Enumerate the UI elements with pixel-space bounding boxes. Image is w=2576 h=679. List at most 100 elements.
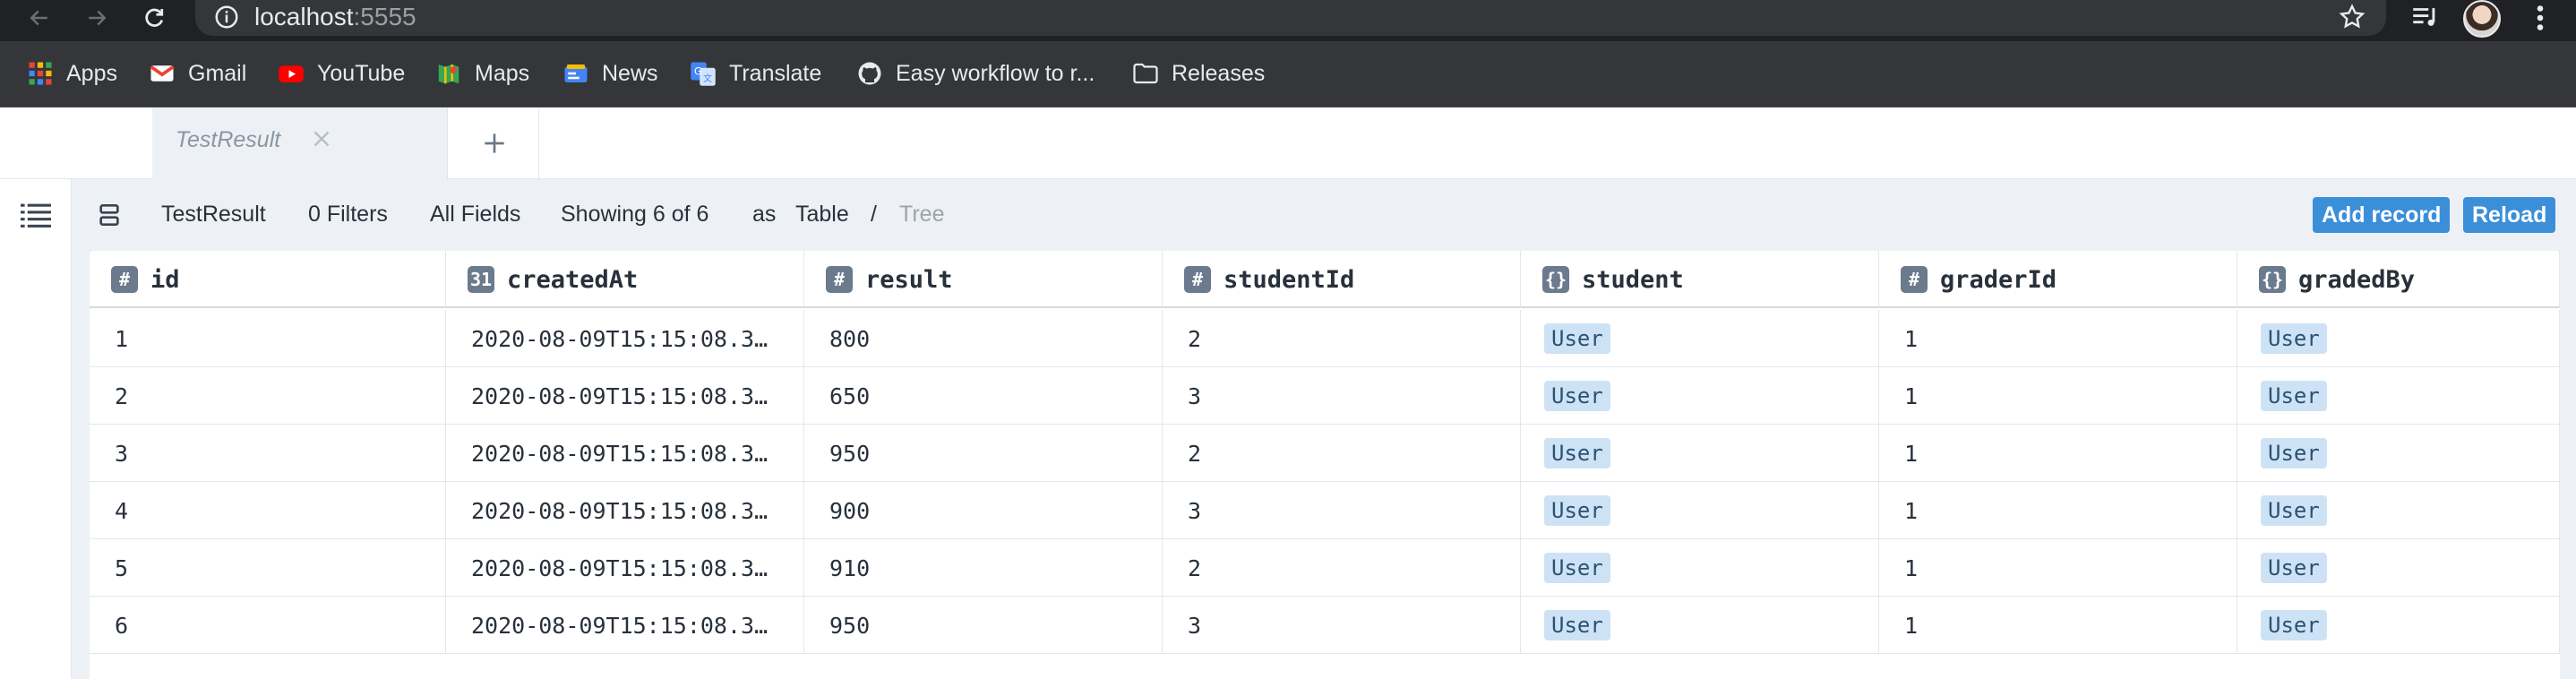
column-header-student[interactable]: {} student (1521, 251, 1879, 308)
relation-badge[interactable]: User (1544, 381, 1610, 411)
filters-button[interactable]: 0 Filters (308, 199, 388, 229)
relation-badge[interactable]: User (2261, 381, 2327, 411)
column-header-graderId[interactable]: # graderId (1879, 251, 2237, 308)
cell-gradedBy[interactable]: User (2237, 310, 2560, 367)
reload-button[interactable]: Reload (2463, 197, 2556, 233)
relation-badge[interactable]: User (2261, 323, 2327, 354)
cell-id[interactable]: 6 (90, 597, 446, 654)
cell-studentId[interactable]: 3 (1163, 597, 1521, 654)
reload-page-button[interactable] (138, 2, 170, 34)
cell-graderId[interactable]: 1 (1879, 367, 2237, 425)
column-header-result[interactable]: # result (804, 251, 1163, 308)
cell-id[interactable]: 3 (90, 425, 446, 482)
bookmark-releases[interactable]: Releases (1132, 56, 1265, 91)
relation-badge[interactable]: User (2261, 495, 2327, 526)
cell-studentId[interactable]: 2 (1163, 539, 1521, 597)
address-bar[interactable]: localhost:5555 (195, 0, 2386, 36)
forward-button[interactable] (81, 2, 113, 34)
cell-studentId[interactable]: 3 (1163, 482, 1521, 539)
cell-gradedBy[interactable]: User (2237, 597, 2560, 654)
cell-studentId[interactable]: 2 (1163, 425, 1521, 482)
bookmark-apps[interactable]: Apps (27, 56, 117, 91)
table-row[interactable]: 4 2020-08-09T15:15:08.3… 900 3 User 1 User (90, 482, 2560, 539)
cell-student[interactable]: User (1521, 425, 1879, 482)
bookmark-label: Maps (475, 60, 530, 86)
relation-badge[interactable]: User (2261, 610, 2327, 640)
cell-createdAt[interactable]: 2020-08-09T15:15:08.3… (446, 482, 804, 539)
cell-result[interactable]: 950 (804, 597, 1163, 654)
cell-student[interactable]: User (1521, 367, 1879, 425)
view-table-toggle[interactable]: Table (795, 199, 849, 229)
info-icon[interactable] (213, 4, 240, 30)
cell-graderId[interactable]: 1 (1879, 310, 2237, 367)
column-header-studentId[interactable]: # studentId (1163, 251, 1521, 308)
column-header-createdAt[interactable]: 31 createdAt (446, 251, 804, 308)
table-row[interactable]: 2 2020-08-09T15:15:08.3… 650 3 User 1 User (90, 367, 2560, 425)
bookmark-github-workflow[interactable]: Easy workflow to r... (856, 56, 1095, 91)
more-vert-icon[interactable] (2528, 2, 2553, 34)
cell-graderId[interactable]: 1 (1879, 482, 2237, 539)
fields-button[interactable]: All Fields (430, 199, 520, 229)
table-row[interactable]: 3 2020-08-09T15:15:08.3… 950 2 User 1 User (90, 425, 2560, 482)
showing-count[interactable]: Showing 6 of 6 (561, 199, 708, 229)
relation-badge[interactable]: User (1544, 495, 1610, 526)
bookmark-translate[interactable]: G文 Translate (690, 56, 821, 91)
cell-result[interactable]: 800 (804, 310, 1163, 367)
relation-badge[interactable]: User (1544, 438, 1610, 468)
cell-studentId[interactable]: 2 (1163, 310, 1521, 367)
relation-badge[interactable]: User (1544, 553, 1610, 583)
tab-testresult[interactable]: TestResult (152, 107, 448, 179)
relation-badge[interactable]: User (2261, 438, 2327, 468)
add-tab-button[interactable] (450, 107, 539, 179)
view-tree-toggle[interactable]: Tree (899, 199, 944, 229)
cell-student[interactable]: User (1521, 539, 1879, 597)
bookmark-maps[interactable]: Maps (435, 56, 529, 91)
relation-badge[interactable]: User (2261, 553, 2327, 583)
cell-createdAt[interactable]: 2020-08-09T15:15:08.3… (446, 425, 804, 482)
cell-id[interactable]: 5 (90, 539, 446, 597)
column-header-id[interactable]: # id (90, 251, 446, 308)
cell-graderId[interactable]: 1 (1879, 597, 2237, 654)
cell-gradedBy[interactable]: User (2237, 367, 2560, 425)
bookmark-gmail[interactable]: Gmail (149, 56, 246, 91)
cell-student[interactable]: User (1521, 310, 1879, 367)
profile-avatar[interactable] (2463, 0, 2501, 38)
bookmark-youtube[interactable]: YouTube (278, 56, 405, 91)
cell-student[interactable]: User (1521, 482, 1879, 539)
cell-graderId[interactable]: 1 (1879, 425, 2237, 482)
cell-gradedBy[interactable]: User (2237, 482, 2560, 539)
cell-createdAt[interactable]: 2020-08-09T15:15:08.3… (446, 597, 804, 654)
cell-student[interactable]: User (1521, 597, 1879, 654)
star-icon[interactable] (2338, 3, 2366, 31)
cell-gradedBy[interactable]: User (2237, 539, 2560, 597)
browser-toolbar: localhost:5555 (0, 0, 2576, 41)
cell-graderId[interactable]: 1 (1879, 539, 2237, 597)
bookmark-news[interactable]: News (562, 56, 658, 91)
cell-result[interactable]: 900 (804, 482, 1163, 539)
cell-result[interactable]: 950 (804, 425, 1163, 482)
cell-gradedBy[interactable]: User (2237, 425, 2560, 482)
add-record-button[interactable]: Add record (2313, 197, 2451, 233)
table-row[interactable]: 1 2020-08-09T15:15:08.3… 800 2 User 1 User (90, 310, 2560, 367)
cell-studentId[interactable]: 3 (1163, 367, 1521, 425)
model-selector[interactable]: TestResult (161, 199, 266, 229)
cell-createdAt[interactable]: 2020-08-09T15:15:08.3… (446, 367, 804, 425)
cell-id[interactable]: 2 (90, 367, 446, 425)
cell-id[interactable]: 4 (90, 482, 446, 539)
table-row[interactable]: 5 2020-08-09T15:15:08.3… 910 2 User 1 User (90, 539, 2560, 597)
cell-result[interactable]: 650 (804, 367, 1163, 425)
cell-createdAt[interactable]: 2020-08-09T15:15:08.3… (446, 539, 804, 597)
back-button[interactable] (23, 2, 56, 34)
cell-createdAt[interactable]: 2020-08-09T15:15:08.3… (446, 310, 804, 367)
column-name: result (865, 265, 953, 294)
relation-badge[interactable]: User (1544, 323, 1610, 354)
left-sidebar (0, 251, 72, 679)
cell-result[interactable]: 910 (804, 539, 1163, 597)
column-header-gradedBy[interactable]: {} gradedBy (2237, 251, 2560, 308)
cell-id[interactable]: 1 (90, 310, 446, 367)
sidebar-toggle-button[interactable] (0, 179, 72, 251)
relation-badge[interactable]: User (1544, 610, 1610, 640)
close-icon[interactable] (308, 125, 335, 152)
media-control-icon[interactable] (2409, 2, 2440, 32)
table-row[interactable]: 6 2020-08-09T15:15:08.3… 950 3 User 1 User (90, 597, 2560, 654)
